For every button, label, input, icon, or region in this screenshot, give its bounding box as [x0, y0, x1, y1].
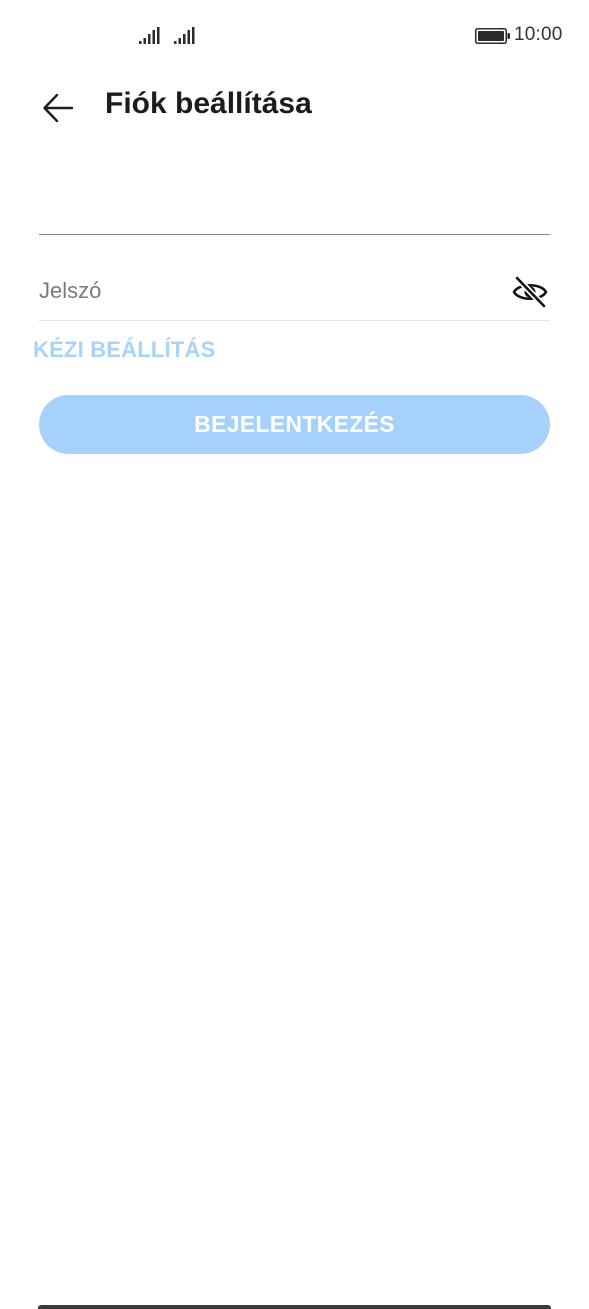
clock: 10:00 — [514, 24, 563, 45]
manual-setup-link[interactable]: KÉZI BEÁLLÍTÁS — [33, 337, 215, 363]
signal-icon — [139, 27, 160, 44]
battery-full-icon — [475, 28, 510, 44]
password-field[interactable] — [39, 262, 489, 320]
login-button[interactable]: BEJELENTKEZÉS — [39, 395, 550, 454]
bottom-edge — [38, 1305, 551, 1309]
status-bar: 10:00 — [0, 0, 589, 72]
email-field[interactable] — [39, 176, 550, 235]
signal-icon — [174, 27, 195, 44]
eye-off-icon — [512, 275, 548, 309]
page-title: Fiók beállítása — [105, 87, 312, 120]
password-row — [39, 262, 550, 321]
password-visibility-toggle[interactable] — [510, 272, 550, 312]
back-button[interactable] — [30, 80, 86, 136]
arrow-left-icon — [43, 93, 74, 123]
